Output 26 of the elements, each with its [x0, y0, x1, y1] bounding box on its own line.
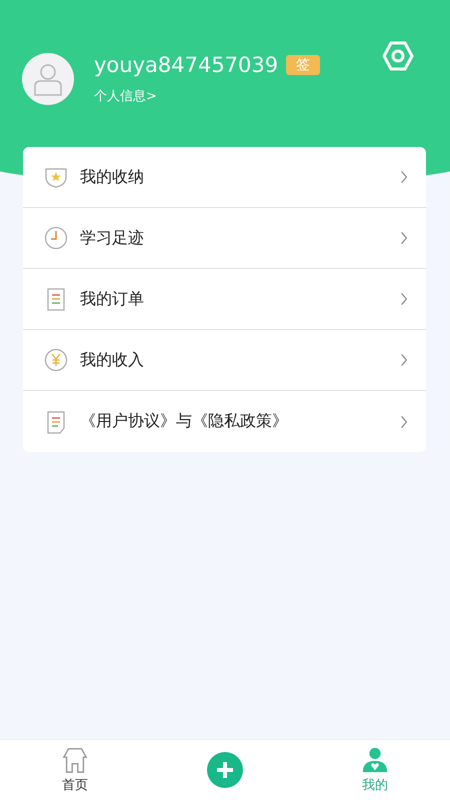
clock-icon — [44, 226, 68, 250]
menu-item[interactable]: 学习足迹 — [23, 208, 426, 269]
person-heart-icon — [360, 746, 390, 774]
menu-label: 我的收入 — [80, 350, 145, 370]
chevron-right-icon — [400, 170, 408, 184]
menu-item[interactable]: 我的收入 — [23, 330, 426, 391]
menu-item[interactable]: 我的订单 — [23, 269, 426, 330]
chevron-right-icon — [400, 414, 408, 428]
tab-label: 首页 — [62, 777, 88, 794]
house-icon — [61, 746, 89, 774]
menu-item[interactable]: 《用户协议》与《隐私政策》 — [23, 391, 426, 452]
settings-icon[interactable] — [382, 40, 414, 72]
add-icon — [207, 752, 243, 788]
username: youya847457039 — [94, 53, 278, 77]
menu-label: 我的订单 — [80, 288, 145, 310]
chevron-right-icon — [400, 292, 408, 306]
menu-label: 《用户协议》与《隐私政策》 — [80, 411, 289, 432]
chevron-right-icon — [400, 231, 408, 245]
menu-label: 我的收纳 — [80, 166, 145, 188]
chevron-right-icon — [400, 353, 408, 367]
yuan-coin-icon — [44, 348, 68, 372]
tab-label: 我的 — [362, 777, 388, 794]
tab[interactable]: 首页 — [0, 746, 150, 794]
menu-item[interactable]: 我的收纳 — [23, 147, 426, 208]
menu-label: 学习足迹 — [80, 228, 145, 248]
avatar-icon[interactable] — [22, 53, 74, 105]
